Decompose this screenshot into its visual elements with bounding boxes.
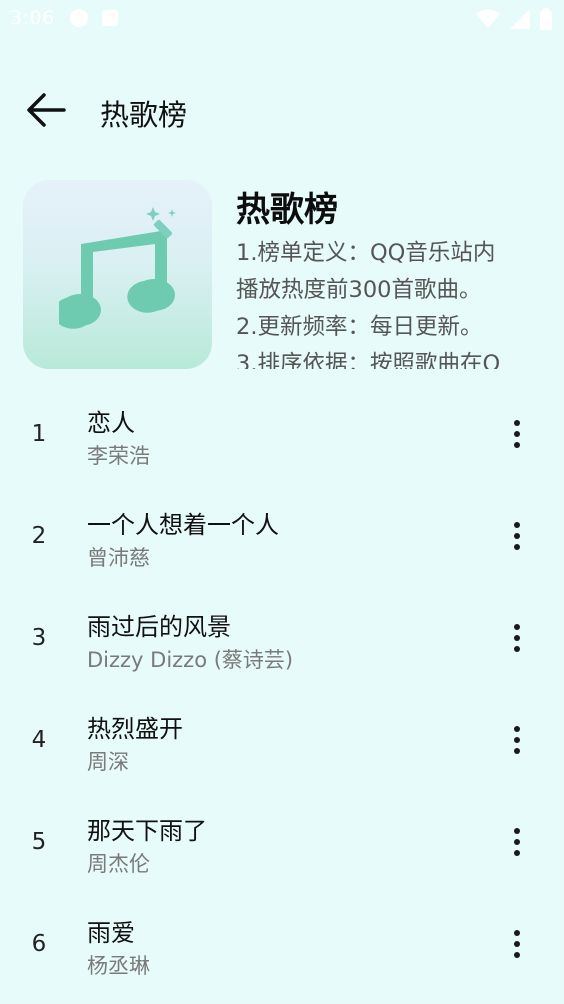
battery-icon	[540, 8, 552, 30]
more-vert-icon	[514, 420, 520, 426]
more-options-button[interactable]	[494, 717, 540, 763]
more-options-button[interactable]	[494, 819, 540, 865]
sparkle-icon	[146, 207, 176, 239]
status-icons-right	[476, 8, 552, 30]
notification-dot-icon	[70, 9, 88, 27]
page-title: 热歌榜	[100, 98, 188, 132]
app-notification-icon	[102, 10, 118, 26]
description-line: 播放热度前300首歌曲。	[236, 277, 482, 303]
arrow-left-icon	[27, 93, 66, 127]
more-options-button[interactable]	[494, 411, 540, 457]
song-artist: 周深	[87, 750, 129, 774]
song-rank: 4	[31, 727, 47, 753]
song-row[interactable]: 5 那天下雨了 周杰伦	[0, 793, 564, 895]
description-line: 1.榜单定义：QQ音乐站内	[236, 240, 496, 266]
playlist-description: 1.榜单定义：QQ音乐站内 播放热度前300首歌曲。 2.更新频率：每日更新。 …	[236, 235, 536, 369]
song-title: 那天下雨了	[87, 817, 207, 845]
song-title: 恋人	[87, 409, 135, 437]
song-row[interactable]: 4 热烈盛开 周深	[0, 691, 564, 793]
more-options-button[interactable]	[494, 921, 540, 967]
song-rank: 6	[31, 931, 47, 957]
song-rank: 2	[31, 523, 47, 549]
song-rank: 5	[31, 829, 47, 855]
signal-icon	[510, 9, 530, 29]
back-button[interactable]	[18, 82, 74, 138]
playlist-title: 热歌榜	[236, 190, 338, 230]
status-icons-left	[70, 9, 118, 27]
song-title: 热烈盛开	[87, 715, 183, 743]
more-options-button[interactable]	[494, 513, 540, 559]
song-artist: 杨丞琳	[87, 954, 150, 978]
more-options-button[interactable]	[494, 615, 540, 661]
description-line: 2.更新频率：每日更新。	[236, 314, 483, 340]
song-artist: 周杰伦	[87, 852, 150, 876]
more-vert-icon	[514, 522, 520, 528]
description-line: 3.排序依据：按照歌曲在Q	[236, 351, 501, 369]
wifi-icon	[476, 9, 500, 28]
song-row[interactable]: 1 恋人 李荣浩	[0, 385, 564, 487]
song-row[interactable]: 6 雨爱 杨丞琳	[0, 895, 564, 997]
song-artist: 曾沛慈	[87, 546, 150, 570]
playlist-header: 热歌榜 1.榜单定义：QQ音乐站内 播放热度前300首歌曲。 2.更新频率：每日…	[23, 180, 543, 370]
song-row[interactable]: 3 雨过后的风景 Dizzy Dizzo (蔡诗芸)	[0, 589, 564, 691]
song-title: 雨过后的风景	[87, 613, 231, 641]
more-vert-icon	[514, 828, 520, 834]
more-vert-icon	[514, 726, 520, 732]
music-note-icon	[59, 230, 175, 329]
song-artist: Dizzy Dizzo (蔡诗芸)	[87, 648, 294, 672]
song-title: 雨爱	[87, 919, 135, 947]
status-bar: 3:06	[0, 0, 564, 36]
more-vert-icon	[514, 930, 520, 936]
song-artist: 李荣浩	[87, 444, 150, 468]
app-bar: 热歌榜	[0, 72, 564, 148]
more-vert-icon	[514, 624, 520, 630]
song-title: 一个人想着一个人	[87, 511, 279, 539]
song-rank: 3	[31, 625, 47, 651]
song-rank: 1	[31, 421, 47, 447]
song-list: 1 恋人 李荣浩 2 一个人想着一个人 曾沛慈 3 雨过后的风景 Dizzy D…	[0, 385, 564, 997]
playlist-cover	[23, 180, 212, 369]
song-row[interactable]: 2 一个人想着一个人 曾沛慈	[0, 487, 564, 589]
status-time: 3:06	[10, 7, 55, 29]
